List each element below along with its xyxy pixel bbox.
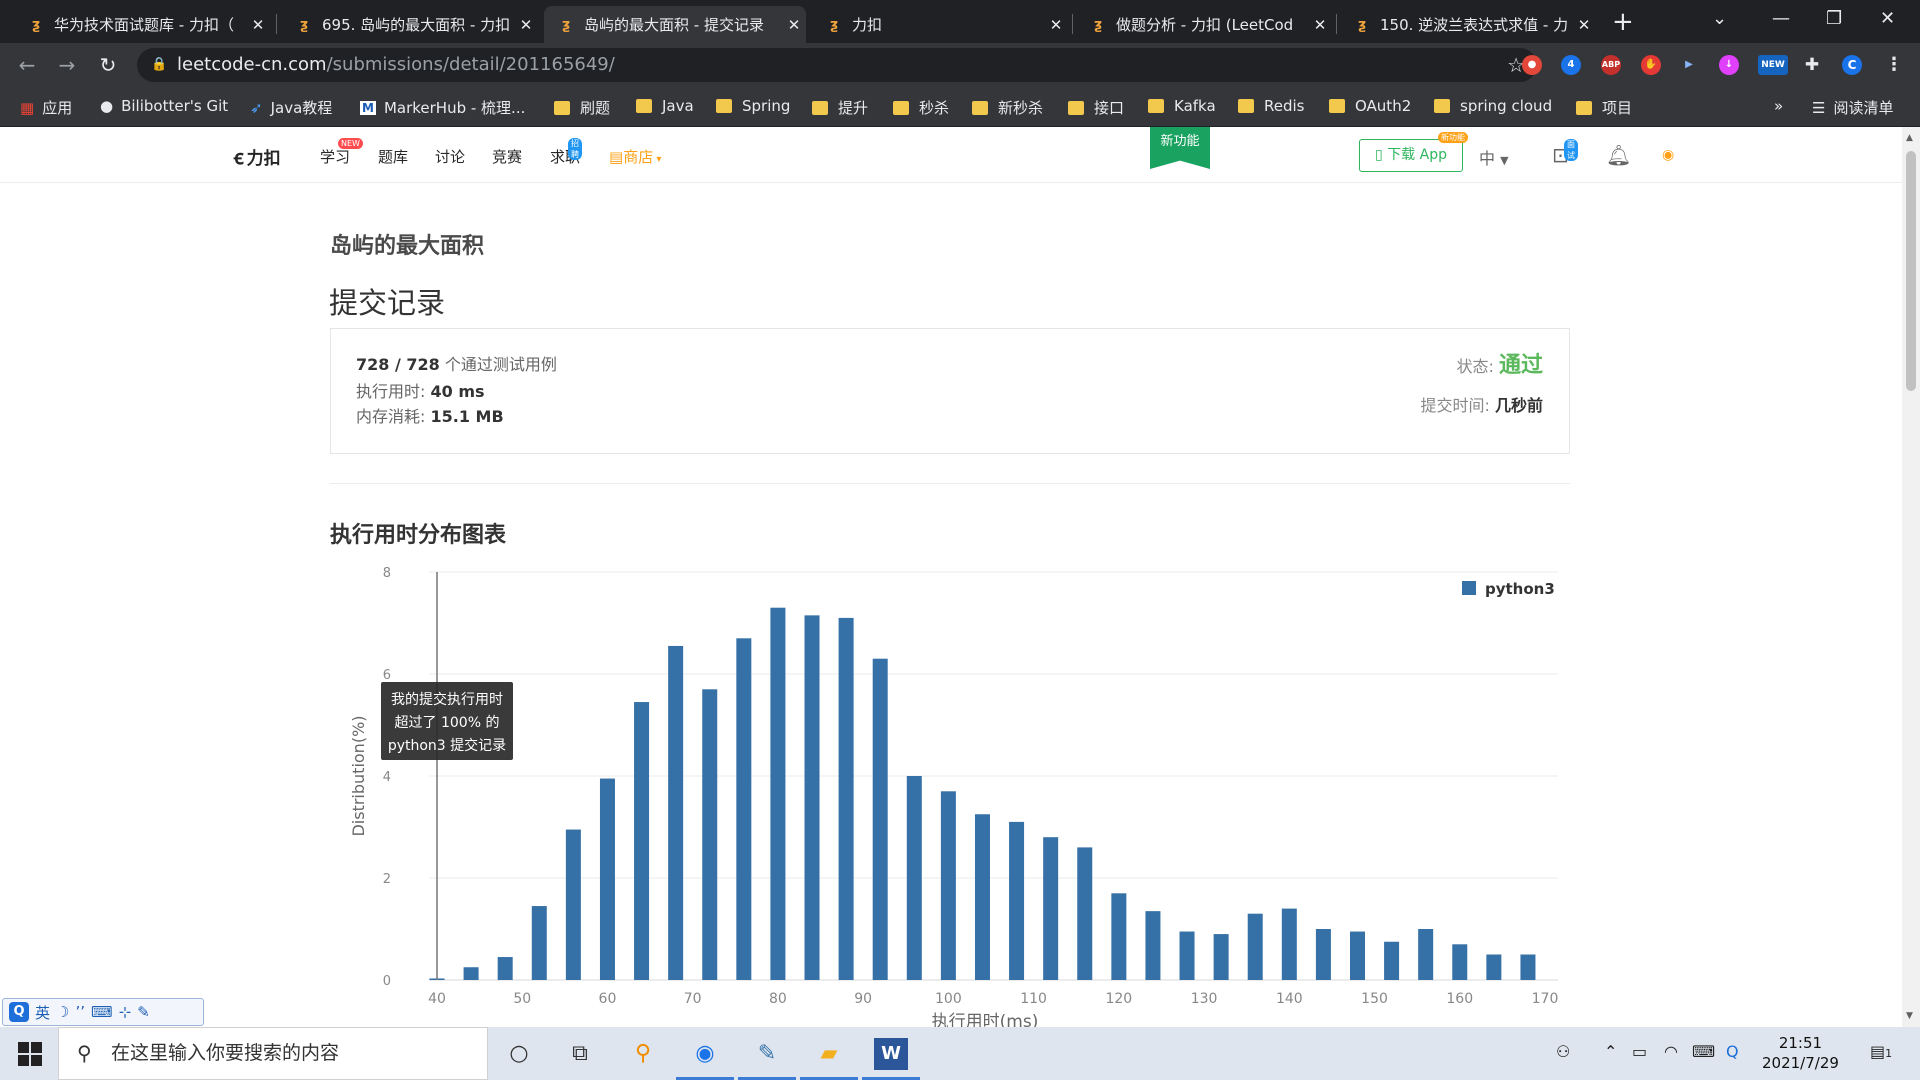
x-tick-label: 160: [1446, 991, 1473, 1007]
x-tick-label: 130: [1191, 991, 1218, 1007]
battery-icon[interactable]: ▭: [1632, 1042, 1647, 1061]
punctuation-icon[interactable]: ’’: [75, 1003, 85, 1021]
ime-toolbar[interactable]: Q 英 ☽ ’’ ⌨ ⊹ ✎: [2, 998, 204, 1026]
notification-center-icon[interactable]: ▤1: [1870, 1042, 1892, 1061]
python-idle-icon[interactable]: ✎: [750, 1038, 784, 1070]
y-tick-label: 8: [383, 566, 391, 581]
tooltip-line: python3 提交记录: [388, 737, 506, 754]
bar: [1349, 931, 1365, 980]
chrome-icon[interactable]: ◉: [688, 1038, 722, 1070]
y-axis-title: Distribution(%): [349, 715, 368, 836]
system-clock[interactable]: 21:51 2021/7/29: [1762, 1033, 1839, 1073]
x-tick-label: 110: [1020, 991, 1047, 1007]
bar: [1145, 911, 1161, 980]
bar: [1384, 941, 1400, 980]
wifi-icon[interactable]: ◠: [1664, 1042, 1678, 1061]
bar: [497, 957, 513, 980]
task-view-icon[interactable]: ⧉: [563, 1038, 597, 1070]
bar: [1418, 929, 1434, 980]
bar: [1452, 944, 1468, 980]
bar: [531, 906, 547, 980]
search-app-icon[interactable]: ⚲: [626, 1038, 660, 1070]
taskbar-search[interactable]: ⚲ 在这里输入你要搜索的内容: [58, 1027, 488, 1080]
ime-logo-icon[interactable]: Q: [9, 1002, 29, 1022]
scrollbar-thumb[interactable]: [1906, 151, 1916, 391]
bar: [463, 967, 479, 980]
bar: [770, 607, 786, 980]
x-tick-label: 170: [1532, 991, 1559, 1007]
bar: [702, 689, 718, 980]
bar: [1281, 908, 1297, 980]
runtime-distribution-chart: 0 2 4 6 8 40 50 60 70 80 90 100 110 120 130 140 150 160 17…: [349, 566, 1559, 1027]
x-axis-title: 执行用时(ms): [932, 1012, 1039, 1027]
tooltip-line: 超过了 100% 的: [395, 715, 500, 731]
word-icon[interactable]: W: [874, 1038, 908, 1070]
scroll-down-icon[interactable]: ▼: [1906, 1011, 1913, 1021]
scroll-up-icon[interactable]: ▲: [1906, 133, 1913, 143]
moon-icon[interactable]: ☽: [56, 1003, 69, 1021]
bar: [1077, 847, 1093, 980]
bar: [1247, 913, 1263, 980]
bar: [872, 658, 888, 980]
bar: [565, 829, 581, 980]
y-tick-label: 4: [383, 770, 391, 785]
y-tick-label: 0: [383, 974, 391, 989]
bar: [974, 814, 990, 980]
clock-date: 2021/7/29: [1762, 1054, 1839, 1072]
legend-label: python3: [1485, 580, 1555, 598]
x-tick-label: 120: [1105, 991, 1132, 1007]
bar: [1179, 931, 1195, 980]
keyboard-tray-icon[interactable]: ⌨: [1692, 1042, 1715, 1061]
ime-tray-icon[interactable]: Q: [1726, 1042, 1739, 1061]
y-tick-label: 2: [383, 872, 391, 887]
bar: [1213, 934, 1229, 980]
bar: [1315, 929, 1331, 980]
bar: [1486, 954, 1502, 980]
x-tick-label: 150: [1361, 991, 1388, 1007]
windows-start-icon[interactable]: [18, 1042, 42, 1066]
bar: [838, 617, 854, 980]
bar: [1520, 954, 1536, 980]
notification-count: 1: [1885, 1047, 1893, 1060]
bar: [804, 615, 820, 980]
bar: [1009, 821, 1025, 980]
tooltip-line: 我的提交执行用时: [391, 691, 503, 708]
width-icon[interactable]: ⊹: [119, 1003, 132, 1021]
file-explorer-icon[interactable]: ▰: [812, 1038, 846, 1070]
legend-swatch: [1462, 581, 1476, 595]
bar: [906, 776, 922, 980]
people-icon[interactable]: ⚇: [1556, 1042, 1570, 1061]
x-tick-label: 50: [513, 991, 531, 1007]
search-placeholder: 在这里输入你要搜索的内容: [111, 1042, 340, 1064]
windows-taskbar: ⚲ 在这里输入你要搜索的内容 ○ ⧉ ⚲ ◉ ✎ ▰ W ⚇ ⌃ ▭ ◠ ⌨ Q…: [0, 1027, 1920, 1080]
x-tick-label: 140: [1276, 991, 1303, 1007]
bar: [634, 702, 650, 980]
search-icon: ⚲: [77, 1041, 92, 1065]
x-tick-label: 70: [684, 991, 702, 1007]
bar: [599, 778, 615, 980]
y-tick-label: 6: [383, 668, 391, 683]
cortana-icon[interactable]: ○: [502, 1038, 536, 1070]
x-tick-label: 60: [599, 991, 617, 1007]
clock-time: 21:51: [1778, 1034, 1823, 1052]
ime-language[interactable]: 英: [35, 1002, 50, 1023]
bar: [1111, 893, 1127, 980]
page-scrollbar[interactable]: ▲ ▼: [1902, 127, 1920, 1027]
tools-icon[interactable]: ✎: [137, 1003, 150, 1021]
keyboard-icon[interactable]: ⌨: [91, 1003, 113, 1021]
x-tick-label: 40: [428, 991, 446, 1007]
bar: [940, 791, 956, 980]
x-tick-label: 90: [854, 991, 872, 1007]
x-tick-label: 100: [935, 991, 962, 1007]
bar: [736, 638, 752, 980]
tray-chevron-icon[interactable]: ⌃: [1604, 1042, 1617, 1061]
bar: [1043, 837, 1059, 980]
x-tick-label: 80: [769, 991, 787, 1007]
bar: [668, 645, 684, 980]
